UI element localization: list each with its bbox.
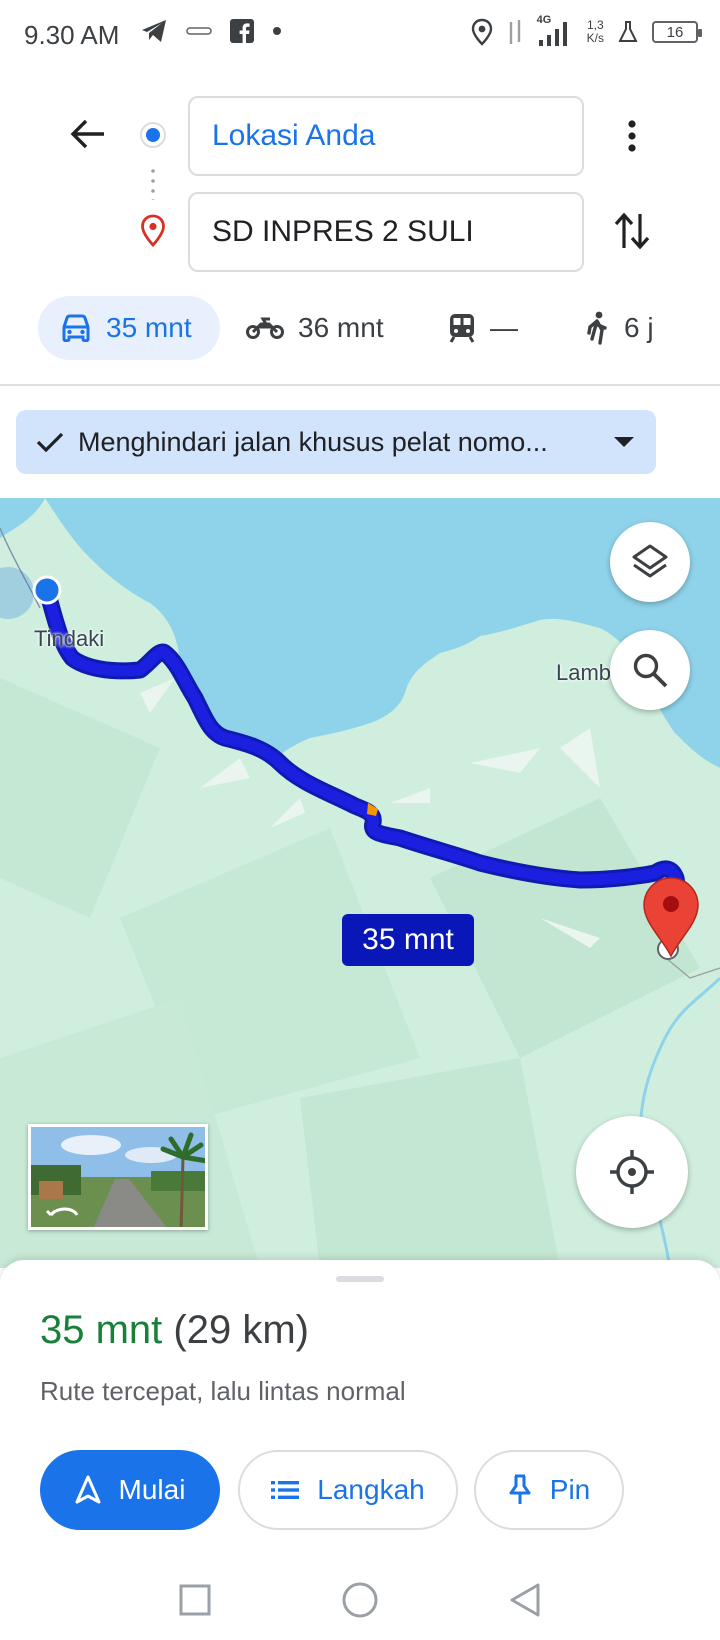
mode-transit-label: — xyxy=(490,312,518,343)
route-description: Rute tercepat, lalu lintas normal xyxy=(40,1376,406,1406)
back-nav-icon[interactable] xyxy=(509,1582,541,1618)
steps-button[interactable]: Langkah xyxy=(238,1450,458,1530)
speed-unit: K/s xyxy=(586,31,604,45)
route-distance: (29 km) xyxy=(173,1308,309,1352)
my-location-button[interactable] xyxy=(576,1116,688,1228)
route-summary: 35 mnt (29 km) xyxy=(40,1308,309,1353)
current-location-dot xyxy=(32,575,62,605)
pin-icon xyxy=(509,1474,531,1504)
search-along-route-button[interactable] xyxy=(610,630,690,710)
swap-vert-icon xyxy=(614,212,650,250)
street-view-thumbnail[interactable] xyxy=(28,1124,208,1230)
mode-driving-tab[interactable]: 35 mnt xyxy=(38,296,220,360)
mode-walking-label: 6 j xyxy=(624,312,654,343)
battery-level: 16 xyxy=(666,23,684,41)
mode-motorcycle-label: 36 mnt xyxy=(298,312,384,343)
avoid-roads-filter-chip[interactable]: Menghindari jalan khusus pelat nomo... xyxy=(16,410,656,474)
route-eta-text: 35 mnt xyxy=(362,923,454,956)
pin-label: Pin xyxy=(549,1474,591,1505)
origin-dot-icon xyxy=(140,122,166,148)
mode-walking-tab[interactable]: 6 j xyxy=(584,296,654,360)
transit-icon xyxy=(449,314,475,343)
origin-value: Lokasi Anda xyxy=(212,119,376,152)
my-location-icon xyxy=(610,1150,654,1194)
system-icons: 4G 1,3 K/s 16 xyxy=(471,14,702,46)
walk-icon xyxy=(587,311,607,345)
dropdown-arrow-icon xyxy=(614,437,634,447)
mode-transit-tab[interactable]: — xyxy=(448,296,518,360)
search-icon xyxy=(633,653,668,688)
route-eta-label[interactable]: 35 mnt xyxy=(342,914,474,966)
lab-flask-icon xyxy=(618,21,638,42)
list-icon xyxy=(271,1481,300,1499)
steps-label: Langkah xyxy=(317,1474,425,1505)
status-time: 9.30 AM xyxy=(24,20,120,50)
sheet-drag-handle[interactable] xyxy=(336,1276,384,1282)
swap-directions-button[interactable] xyxy=(610,206,654,256)
destination-pin-icon xyxy=(140,214,166,253)
telegram-icon xyxy=(142,20,166,42)
start-label: Mulai xyxy=(118,1474,186,1505)
data-transfer-icon xyxy=(509,20,520,44)
origin-input[interactable]: Lokasi Anda xyxy=(188,96,584,176)
mode-motorcycle-tab[interactable]: 36 mnt xyxy=(246,296,384,360)
header-divider xyxy=(0,384,720,386)
more-options-button[interactable] xyxy=(612,112,652,160)
signal-icon: 4G xyxy=(537,14,573,46)
route-connector-dots xyxy=(151,166,155,200)
motorcycle-icon xyxy=(246,317,284,339)
more-vert-icon xyxy=(628,120,636,152)
network-speed: 1,3 K/s xyxy=(587,19,604,45)
street-view-image xyxy=(31,1127,205,1227)
more-notifications-icon xyxy=(273,27,281,35)
filter-chip-label: Menghindari jalan khusus pelat nomo... xyxy=(78,426,548,457)
notification-icons xyxy=(140,18,282,44)
navigation-arrow-icon xyxy=(75,1475,101,1504)
battery-icon: 16 xyxy=(652,21,702,43)
app-notification-icon xyxy=(186,27,212,35)
check-icon xyxy=(36,432,64,453)
back-button[interactable] xyxy=(64,110,112,158)
mode-driving-label: 35 mnt xyxy=(106,312,192,343)
home-icon[interactable] xyxy=(341,1581,379,1619)
recent-apps-icon[interactable] xyxy=(179,1584,211,1616)
network-type: 4G xyxy=(536,14,552,26)
destination-value: SD INPRES 2 SULI xyxy=(212,215,474,248)
arrow-back-icon xyxy=(70,119,104,149)
route-duration: 35 mnt xyxy=(40,1308,163,1352)
location-icon xyxy=(471,18,492,46)
status-bar: 9.30 AM 4G 1,3 K/s 16 xyxy=(0,0,720,74)
system-navigation-bar xyxy=(0,1560,720,1640)
layers-icon xyxy=(632,544,668,578)
destination-input[interactable]: SD INPRES 2 SULI xyxy=(188,192,584,272)
map-layers-button[interactable] xyxy=(610,522,690,602)
pin-button[interactable]: Pin xyxy=(474,1450,624,1530)
facebook-icon xyxy=(230,19,254,43)
start-navigation-button[interactable]: Mulai xyxy=(40,1450,220,1530)
place-label-tindaki: Tindaki xyxy=(34,626,105,651)
car-icon xyxy=(62,314,90,342)
